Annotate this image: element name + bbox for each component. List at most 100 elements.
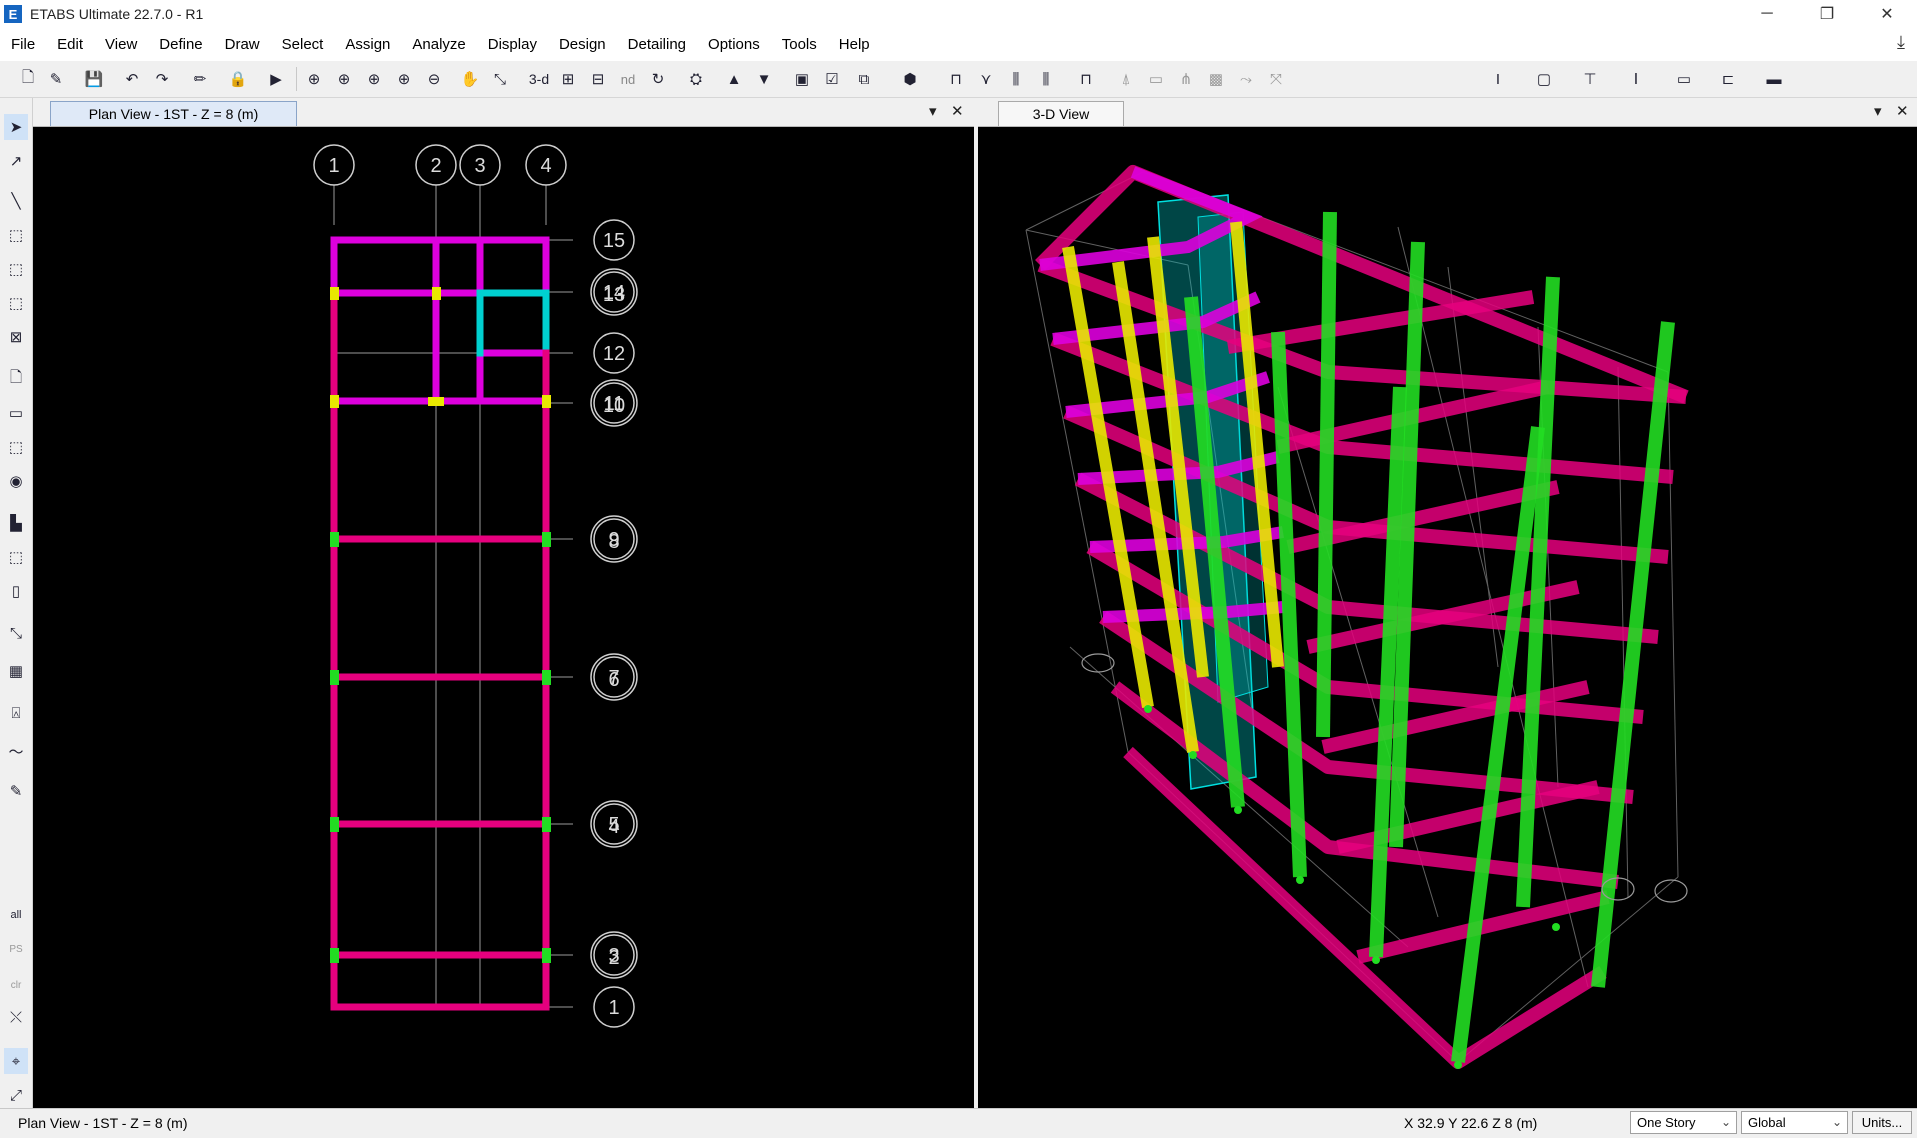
draw-tendon-icon[interactable]: ⍓: [4, 700, 28, 726]
display-shape-icon[interactable]: ⬢: [898, 67, 922, 91]
story-drift-icon[interactable]: ⫼: [1034, 67, 1058, 91]
menu-design[interactable]: Design: [548, 36, 617, 53]
plan-view-icon[interactable]: ⊞: [556, 67, 580, 91]
menu-tools[interactable]: Tools: [771, 36, 828, 53]
deselect-icon[interactable]: ⤬: [4, 1004, 28, 1030]
zoom-all-icon[interactable]: ⊕: [362, 67, 386, 91]
display-undeformed-icon[interactable]: ⧉: [852, 67, 876, 91]
frame-forces-icon[interactable]: ⊓: [944, 67, 968, 91]
menu-view[interactable]: View: [94, 36, 148, 53]
lock-icon[interactable]: 🔒: [226, 67, 250, 91]
redo-icon[interactable]: ↷: [150, 67, 174, 91]
design-wall-icon[interactable]: ▭: [1144, 67, 1168, 91]
select-all-button[interactable]: all: [4, 902, 28, 928]
section-column-icon[interactable]: Ⅰ: [1624, 67, 1648, 91]
menu-analyze[interactable]: Analyze: [401, 36, 476, 53]
design-slab-icon[interactable]: ⍋: [1114, 67, 1138, 91]
story-selector[interactable]: One Story ⌄: [1630, 1111, 1737, 1134]
save-icon[interactable]: 💾: [82, 67, 106, 91]
section-i-icon[interactable]: I: [1486, 67, 1510, 91]
close-pane-icon[interactable]: ✕: [1896, 102, 1909, 120]
quick-draw-floor-icon[interactable]: ⬚: [4, 434, 28, 460]
menu-draw[interactable]: Draw: [214, 36, 271, 53]
pane-menu-chevron-icon[interactable]: ▾: [929, 102, 937, 120]
plan-view-canvas[interactable]: 1 2 3 4 15 14 13 12 11 10 9 8 7 6 5 4 3 …: [33, 127, 974, 1108]
zoom-window-icon[interactable]: ⊕: [302, 67, 326, 91]
reshape-icon[interactable]: ↗: [4, 148, 28, 174]
nd-view-button[interactable]: nd: [616, 67, 640, 91]
restore-button[interactable]: ❐: [1797, 0, 1857, 28]
rotate-view-icon[interactable]: ↻: [646, 67, 670, 91]
pan-icon[interactable]: ✋: [458, 67, 482, 91]
close-window-button[interactable]: ✕: [1857, 0, 1917, 28]
coordinate-system-selector[interactable]: Global ⌄: [1741, 1111, 1848, 1134]
quick-draw-walls-icon[interactable]: ⬚: [4, 544, 28, 570]
draw-floor-icon[interactable]: 🗋: [4, 366, 28, 392]
section-plate-icon[interactable]: ▬: [1762, 67, 1786, 91]
section-box-icon[interactable]: ▢: [1532, 67, 1556, 91]
draw-frame-icon[interactable]: ⬚: [4, 222, 28, 248]
design-steel-icon[interactable]: ▩: [1204, 67, 1228, 91]
story-response-icon[interactable]: ⫼: [1004, 67, 1028, 91]
section-beam-icon[interactable]: ▭: [1672, 67, 1696, 91]
draw-rect-floor-icon[interactable]: ▭: [4, 400, 28, 426]
pointer-select-icon[interactable]: ➤: [4, 114, 28, 140]
tab-3d-view[interactable]: 3-D View: [998, 101, 1124, 126]
quick-draw-columns-icon[interactable]: ⬚: [4, 290, 28, 316]
shell-forces-icon[interactable]: ⋎: [974, 67, 998, 91]
section-channel-icon[interactable]: ⊏: [1716, 67, 1740, 91]
run-analysis-icon[interactable]: ▶: [264, 67, 288, 91]
minimize-button[interactable]: ─: [1737, 0, 1797, 28]
refresh-view-icon[interactable]: ✏: [188, 67, 212, 91]
object-shrink-icon[interactable]: ▣: [790, 67, 814, 91]
tab-plan-view[interactable]: Plan View - 1ST - Z = 8 (m): [50, 101, 297, 126]
design-joist-icon[interactable]: ⤳: [1234, 67, 1258, 91]
draw-wall-openings-icon[interactable]: ◉: [4, 468, 28, 494]
units-button[interactable]: Units...: [1852, 1111, 1912, 1134]
zoom-out-icon[interactable]: ⊖: [422, 67, 446, 91]
menu-assign[interactable]: Assign: [334, 36, 401, 53]
quick-draw-beams-icon[interactable]: ⬚: [4, 256, 28, 282]
zoom-restore-icon[interactable]: ⊕: [332, 67, 356, 91]
new-model-icon[interactable]: 🗋: [16, 67, 40, 91]
previous-select-button[interactable]: PS: [4, 936, 28, 962]
design-frame-icon[interactable]: ⊓: [1074, 67, 1098, 91]
pane-menu-chevron-icon[interactable]: ▾: [1874, 102, 1882, 120]
close-pane-icon[interactable]: ✕: [951, 102, 964, 120]
draw-braces-icon[interactable]: ⊠: [4, 324, 28, 350]
menu-edit[interactable]: Edit: [46, 36, 94, 53]
measure-icon[interactable]: ⤡: [488, 67, 512, 91]
menu-help[interactable]: Help: [828, 36, 881, 53]
snap-options-icon[interactable]: ⌖: [4, 1048, 28, 1074]
menu-display[interactable]: Display: [477, 36, 548, 53]
menu-options[interactable]: Options: [697, 36, 771, 53]
draw-strip-icon[interactable]: 〜: [4, 738, 28, 764]
plan-view-pane: Plan View - 1ST - Z = 8 (m) ▾ ✕ 1 2 3 4 …: [33, 98, 974, 1108]
draw-links-icon[interactable]: ⤡: [4, 620, 28, 646]
draw-joint-icon[interactable]: ╲: [4, 188, 28, 214]
perspective-icon[interactable]: ⛭: [684, 67, 708, 91]
draw-wall-stacks-icon[interactable]: ▯: [4, 578, 28, 604]
download-icon[interactable]: ⤓: [1897, 32, 1905, 53]
design-composite-icon[interactable]: ⋔: [1174, 67, 1198, 91]
move-up-story-icon[interactable]: ▲: [722, 67, 746, 91]
set-display-options-icon[interactable]: ☑: [820, 67, 844, 91]
3d-view-canvas[interactable]: [978, 127, 1917, 1108]
clear-selection-button[interactable]: clr: [4, 972, 28, 998]
draw-walls-icon[interactable]: ▙: [4, 510, 28, 536]
menu-file[interactable]: File: [0, 36, 46, 53]
snap-to-points-icon[interactable]: ⤢: [4, 1082, 28, 1108]
design-connection-icon[interactable]: ⤧: [1264, 67, 1288, 91]
draw-dimension-icon[interactable]: ✎: [4, 778, 28, 804]
3d-view-button[interactable]: 3-d: [524, 67, 554, 91]
menu-select[interactable]: Select: [271, 36, 335, 53]
move-down-story-icon[interactable]: ▼: [752, 67, 776, 91]
menu-define[interactable]: Define: [148, 36, 213, 53]
menu-detailing[interactable]: Detailing: [617, 36, 697, 53]
draw-grid-icon[interactable]: ▦: [4, 658, 28, 684]
zoom-in-icon[interactable]: ⊕: [392, 67, 416, 91]
open-model-icon[interactable]: ✎: [44, 67, 68, 91]
elevation-view-icon[interactable]: ⊟: [586, 67, 610, 91]
undo-icon[interactable]: ↶: [120, 67, 144, 91]
section-tee-icon[interactable]: ⊤: [1578, 67, 1602, 91]
